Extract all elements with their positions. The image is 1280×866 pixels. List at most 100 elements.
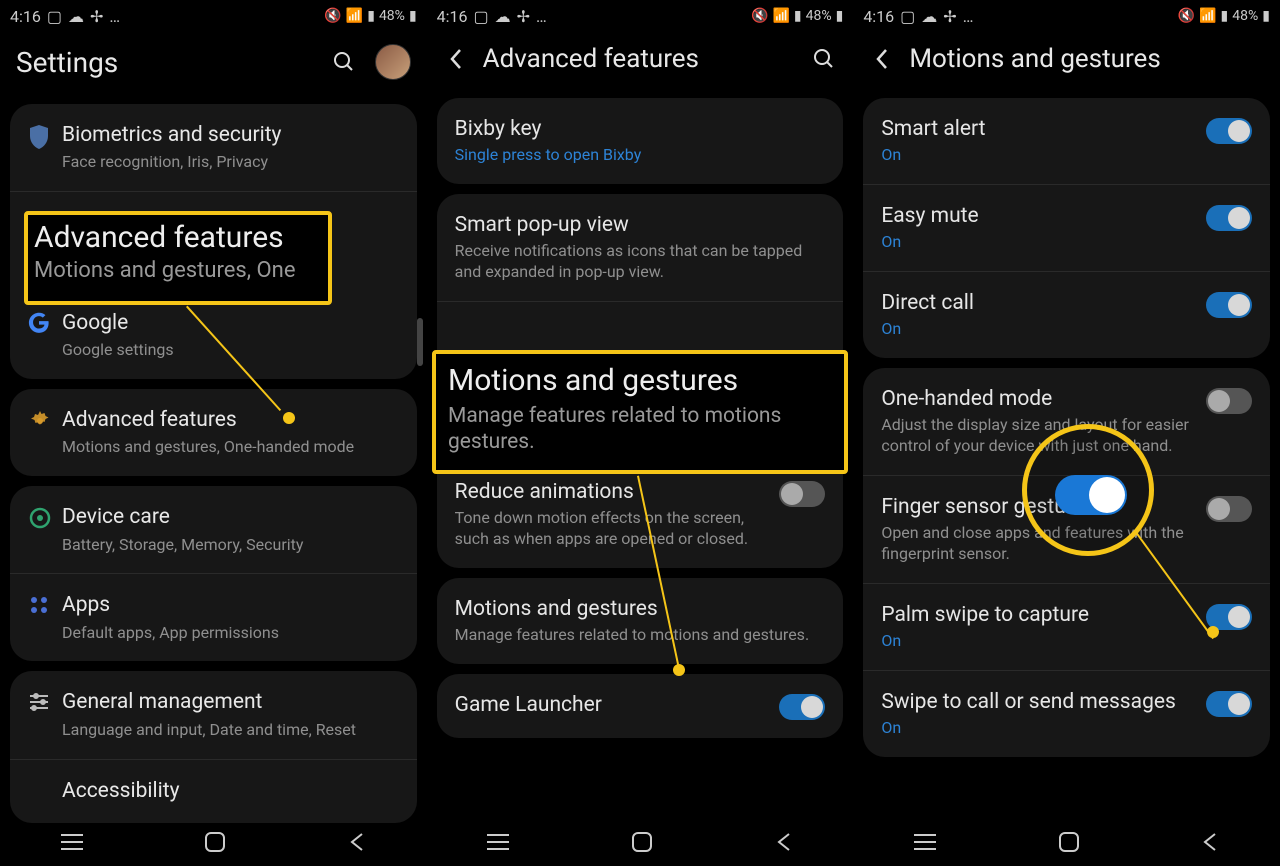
apps-icon bbox=[28, 592, 62, 616]
gallery-icon: ▢ bbox=[900, 7, 915, 26]
toggle-easy-mute[interactable] bbox=[1206, 205, 1252, 231]
home-button[interactable] bbox=[631, 831, 653, 853]
page-title: Motions and gestures bbox=[909, 44, 1264, 74]
toggle-smart-alert[interactable] bbox=[1206, 118, 1252, 144]
toggle-reduce-animations[interactable] bbox=[779, 481, 825, 507]
screen-motions-gestures: 4:16 ▢ ☁ ✢ … 🔇 📶 ▮ 48% ▮ Motions and ges… bbox=[853, 0, 1280, 866]
cloud-icon: ☁ bbox=[921, 7, 937, 26]
row-label: Easy mute bbox=[881, 203, 1198, 229]
row-sub: On bbox=[881, 232, 1198, 253]
row-sub: Default apps, App permissions bbox=[62, 623, 399, 644]
row-smart-capture-hidden[interactable] bbox=[437, 301, 844, 460]
card-motion-options: One-handed mode Adjust the display size … bbox=[863, 368, 1270, 757]
toggle-game-launcher[interactable] bbox=[779, 694, 825, 720]
row-apps[interactable]: Apps Default apps, App permissions bbox=[10, 573, 417, 661]
page-title: Settings bbox=[16, 46, 331, 79]
recents-button[interactable] bbox=[914, 833, 936, 851]
recents-button[interactable] bbox=[61, 833, 83, 851]
nav-bar bbox=[853, 818, 1280, 866]
row-swipe-call[interactable]: Swipe to call or send messages On bbox=[863, 670, 1270, 757]
row-label: Biometrics and security bbox=[62, 122, 399, 149]
back-button[interactable] bbox=[775, 831, 793, 853]
row-finger-sensor[interactable]: Finger sensor gestures Open and close ap… bbox=[863, 475, 1270, 583]
row-motions-gestures[interactable]: Motions and gestures Manage features rel… bbox=[437, 578, 844, 664]
shield-icon bbox=[28, 122, 62, 150]
row-sub: Google settings bbox=[62, 340, 399, 361]
recents-button[interactable] bbox=[487, 833, 509, 851]
signal-icon: ▮ bbox=[794, 8, 802, 24]
screen-settings: 4:16 ▢ ☁ ✢ … 🔇 📶 ▮ 48% ▮ Settings bbox=[0, 0, 427, 866]
wifi-icon: 📶 bbox=[346, 8, 363, 24]
row-label: Direct call bbox=[881, 290, 1198, 316]
row-sub: On bbox=[881, 319, 1198, 340]
row-accessibility[interactable]: Accessibility bbox=[10, 759, 417, 823]
row-label: Game Launcher bbox=[455, 692, 772, 718]
card-motions: Motions and gestures Manage features rel… bbox=[437, 578, 844, 664]
google-icon bbox=[28, 310, 62, 334]
row-bixby-key[interactable]: Bixby key Single press to open Bixby bbox=[437, 98, 844, 184]
header: Settings bbox=[0, 30, 427, 98]
battery-pct: 48% bbox=[806, 8, 832, 24]
row-palm-swipe[interactable]: Palm swipe to capture On bbox=[863, 583, 1270, 670]
toggle-palm-swipe[interactable] bbox=[1206, 604, 1252, 630]
row-google[interactable]: Google Google settings bbox=[10, 191, 417, 379]
home-button[interactable] bbox=[1058, 831, 1080, 853]
signal-icon: ▮ bbox=[367, 8, 375, 24]
nav-bar bbox=[0, 818, 427, 866]
row-game-launcher[interactable]: Game Launcher bbox=[437, 674, 844, 738]
back-button[interactable] bbox=[1201, 831, 1219, 853]
row-sub: Adjust the display size and layout for e… bbox=[881, 415, 1198, 457]
screen-advanced-features: 4:16 ▢ ☁ ✢ … 🔇 📶 ▮ 48% ▮ Advanced featur… bbox=[427, 0, 854, 866]
search-icon[interactable] bbox=[811, 46, 837, 72]
row-reduce-animations[interactable]: Reduce animations Tone down motion effec… bbox=[437, 460, 844, 568]
wifi-icon: 📶 bbox=[1199, 8, 1216, 24]
gear-icon bbox=[28, 407, 62, 433]
mute-icon: 🔇 bbox=[324, 8, 341, 24]
row-label: Palm swipe to capture bbox=[881, 602, 1198, 628]
wifi-icon: 📶 bbox=[772, 8, 789, 24]
toggle-direct-call[interactable] bbox=[1206, 292, 1252, 318]
row-sub: Battery, Storage, Memory, Security bbox=[62, 535, 399, 556]
status-bar: 4:16 ▢ ☁ ✢ … 🔇 📶 ▮ 48% ▮ bbox=[0, 0, 427, 30]
row-sub: On bbox=[881, 718, 1198, 739]
row-one-handed[interactable]: One-handed mode Adjust the display size … bbox=[863, 368, 1270, 475]
row-label: Finger sensor gestures bbox=[881, 494, 1198, 520]
row-direct-call[interactable]: Direct call On bbox=[863, 271, 1270, 358]
sliders-icon bbox=[28, 689, 62, 713]
row-label: Reduce animations bbox=[455, 479, 772, 505]
back-icon[interactable] bbox=[443, 47, 469, 71]
fan-icon: ✢ bbox=[517, 7, 530, 26]
row-label: Advanced features bbox=[62, 407, 399, 434]
status-bar: 4:16 ▢ ☁ ✢ … 🔇 📶 ▮ 48% ▮ bbox=[853, 0, 1280, 30]
toggle-one-handed[interactable] bbox=[1206, 388, 1252, 414]
row-device-care[interactable]: Device care Battery, Storage, Memory, Se… bbox=[10, 486, 417, 573]
row-sub: Open and close apps and features with th… bbox=[881, 523, 1198, 565]
search-icon[interactable] bbox=[331, 49, 357, 75]
row-advanced-features[interactable]: Advanced features Motions and gestures, … bbox=[10, 389, 417, 476]
card-general-a11y: General management Language and input, D… bbox=[10, 671, 417, 822]
toggle-swipe-call[interactable] bbox=[1206, 691, 1252, 717]
row-smart-popup[interactable]: Smart pop-up view Receive notifications … bbox=[437, 194, 844, 301]
row-sub: Single press to open Bixby bbox=[455, 145, 818, 166]
mute-icon: 🔇 bbox=[1178, 8, 1195, 24]
scrollbar[interactable] bbox=[417, 318, 423, 366]
device-care-icon bbox=[28, 504, 62, 530]
row-sub: Language and input, Date and time, Reset bbox=[62, 720, 399, 741]
fan-icon: ✢ bbox=[90, 7, 103, 26]
row-label: Google bbox=[62, 310, 399, 337]
row-easy-mute[interactable]: Easy mute On bbox=[863, 184, 1270, 271]
card-bixby: Bixby key Single press to open Bixby bbox=[437, 98, 844, 184]
row-smart-alert[interactable]: Smart alert On bbox=[863, 98, 1270, 184]
mute-icon: 🔇 bbox=[751, 8, 768, 24]
avatar[interactable] bbox=[375, 44, 411, 80]
row-sub: Manage features related to motions and g… bbox=[455, 625, 818, 646]
home-button[interactable] bbox=[204, 831, 226, 853]
toggle-finger-sensor[interactable] bbox=[1206, 496, 1252, 522]
row-biometrics[interactable]: Biometrics and security Face recognition… bbox=[10, 104, 417, 191]
back-icon[interactable] bbox=[869, 47, 895, 71]
row-label: Bixby key bbox=[455, 116, 818, 142]
fan-icon: ✢ bbox=[943, 7, 956, 26]
gallery-icon: ▢ bbox=[474, 7, 489, 26]
row-general-mgmt[interactable]: General management Language and input, D… bbox=[10, 671, 417, 758]
back-button[interactable] bbox=[348, 831, 366, 853]
